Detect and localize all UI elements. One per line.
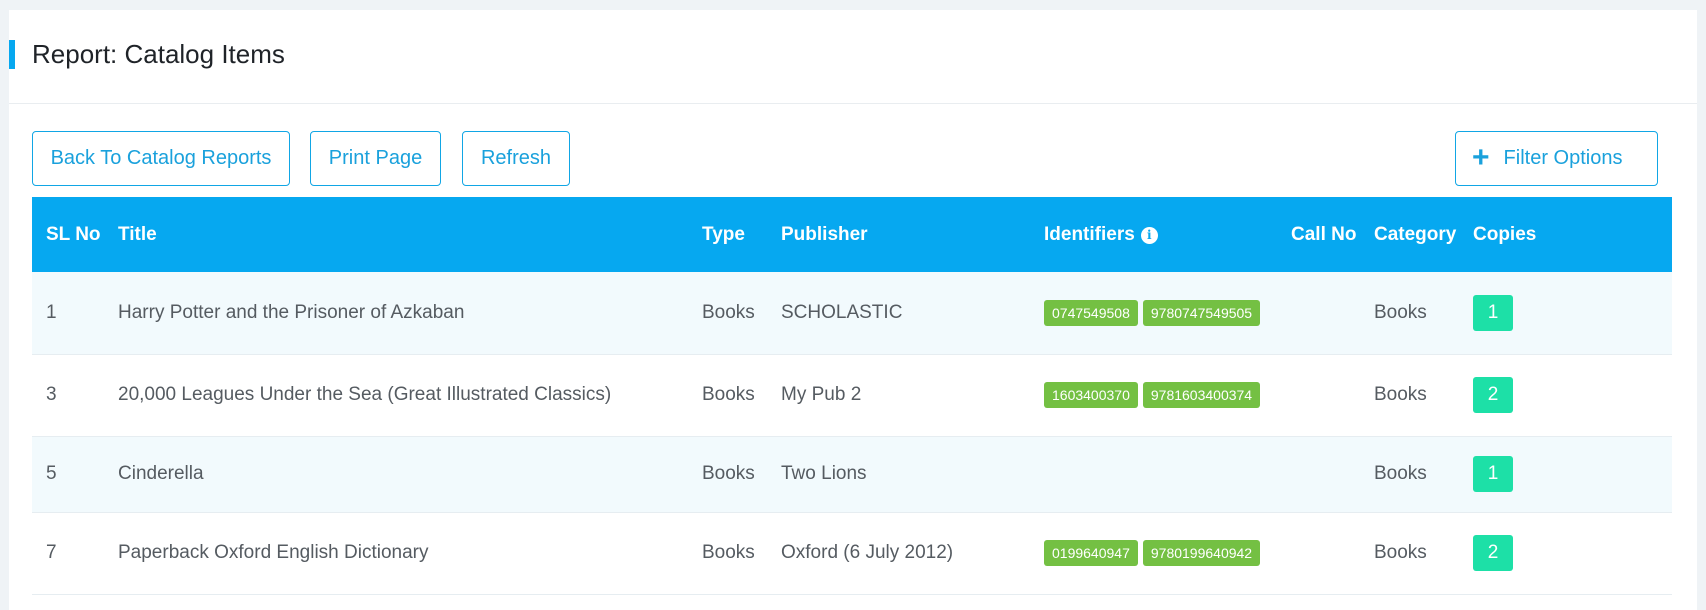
cell-call-no bbox=[1277, 272, 1360, 355]
print-page-button[interactable]: Print Page bbox=[310, 131, 441, 186]
cell-identifiers: 1603400370 9781603400374 bbox=[1030, 354, 1277, 437]
cell-category: Books bbox=[1360, 354, 1459, 437]
table-row: 3 20,000 Leagues Under the Sea (Great Il… bbox=[32, 354, 1672, 437]
cell-sl-no: 1 bbox=[32, 272, 104, 355]
identifier-badge: 9780199640942 bbox=[1142, 540, 1261, 566]
identifier-badge: 1603400370 bbox=[1044, 382, 1138, 408]
cell-call-no bbox=[1277, 512, 1360, 595]
cell-title-link[interactable]: Paperback Oxford English Dictionary bbox=[104, 512, 688, 595]
column-header-call-no: Call No bbox=[1291, 223, 1357, 245]
identifier-badge: 0747549508 bbox=[1044, 299, 1138, 326]
cell-category: Books bbox=[1360, 436, 1459, 513]
column-header-sl-no: SL No bbox=[46, 223, 101, 245]
cell-sl-no: 7 bbox=[32, 512, 104, 595]
refresh-button[interactable]: Refresh bbox=[462, 131, 570, 186]
cell-copies: 1 bbox=[1459, 272, 1672, 355]
cell-sl-no: 5 bbox=[32, 436, 104, 513]
identifier-badge: 9780747549505 bbox=[1142, 299, 1261, 326]
catalog-items-table: SL No Title Type Publisher Identifiers i … bbox=[32, 197, 1672, 595]
cell-title-link[interactable]: Cinderella bbox=[104, 436, 688, 513]
column-header-copies: Copies bbox=[1473, 223, 1537, 245]
column-header-identifiers: Identifiers i bbox=[1030, 197, 1277, 272]
identifiers-header-label: Identifiers bbox=[1044, 223, 1135, 245]
cell-call-no bbox=[1277, 436, 1360, 513]
cell-type: Books bbox=[688, 512, 767, 595]
cell-sl-no: 3 bbox=[32, 354, 104, 437]
identifier-badge: 0199640947 bbox=[1044, 540, 1138, 566]
cell-title-link[interactable]: Harry Potter and the Prisoner of Azkaban bbox=[104, 272, 688, 355]
card-header: Report: Catalog Items bbox=[9, 10, 1697, 104]
table-header-row: SL No Title Type Publisher Identifiers i … bbox=[32, 197, 1672, 272]
cell-publisher-link[interactable]: Oxford (6 July 2012) bbox=[767, 512, 1030, 595]
copies-badge[interactable]: 2 bbox=[1473, 377, 1513, 413]
toolbar: Back To Catalog Reports Print Page Refre… bbox=[9, 104, 1697, 205]
page-title: Report: Catalog Items bbox=[32, 39, 285, 69]
cell-copies: 1 bbox=[1459, 436, 1672, 513]
identifier-badge: 9781603400374 bbox=[1142, 382, 1261, 408]
cell-category: Books bbox=[1360, 272, 1459, 355]
cell-type: Books bbox=[688, 436, 767, 513]
cell-identifiers: 0747549508 9780747549505 bbox=[1030, 272, 1277, 355]
plus-icon: + bbox=[1472, 141, 1490, 174]
cell-type: Books bbox=[688, 354, 767, 437]
cell-call-no bbox=[1277, 354, 1360, 437]
table-row: 5 Cinderella Books Two Lions Books 1 bbox=[32, 436, 1672, 513]
copies-badge[interactable]: 1 bbox=[1473, 294, 1513, 331]
column-header-category: Category bbox=[1374, 223, 1457, 245]
cell-identifiers: 0199640947 9780199640942 bbox=[1030, 512, 1277, 595]
cell-publisher-link[interactable]: Two Lions bbox=[767, 436, 1030, 513]
info-icon[interactable]: i bbox=[1140, 226, 1158, 244]
cell-publisher-link[interactable]: SCHOLASTIC bbox=[767, 272, 1030, 355]
table-row: 7 Paperback Oxford English Dictionary Bo… bbox=[32, 512, 1672, 595]
filter-options-label: Filter Options bbox=[1503, 147, 1623, 169]
report-card: Report: Catalog Items Back To Catalog Re… bbox=[9, 10, 1697, 610]
copies-badge[interactable]: 1 bbox=[1473, 456, 1513, 492]
back-to-catalog-reports-button[interactable]: Back To Catalog Reports bbox=[32, 131, 290, 186]
cell-title-link[interactable]: 20,000 Leagues Under the Sea (Great Illu… bbox=[104, 354, 688, 437]
title-accent-bar bbox=[9, 40, 15, 69]
cell-copies: 2 bbox=[1459, 512, 1672, 595]
cell-copies: 2 bbox=[1459, 354, 1672, 437]
column-header-publisher: Publisher bbox=[781, 223, 868, 245]
filter-options-button[interactable]: + Filter Options bbox=[1455, 131, 1658, 186]
cell-category: Books bbox=[1360, 512, 1459, 595]
copies-badge[interactable]: 2 bbox=[1473, 535, 1513, 571]
cell-publisher-link[interactable]: My Pub 2 bbox=[767, 354, 1030, 437]
cell-type: Books bbox=[688, 272, 767, 355]
column-header-title: Title bbox=[118, 223, 157, 245]
column-header-type: Type bbox=[702, 223, 745, 245]
cell-identifiers bbox=[1030, 436, 1277, 513]
table-row: 1 Harry Potter and the Prisoner of Azkab… bbox=[32, 272, 1672, 355]
